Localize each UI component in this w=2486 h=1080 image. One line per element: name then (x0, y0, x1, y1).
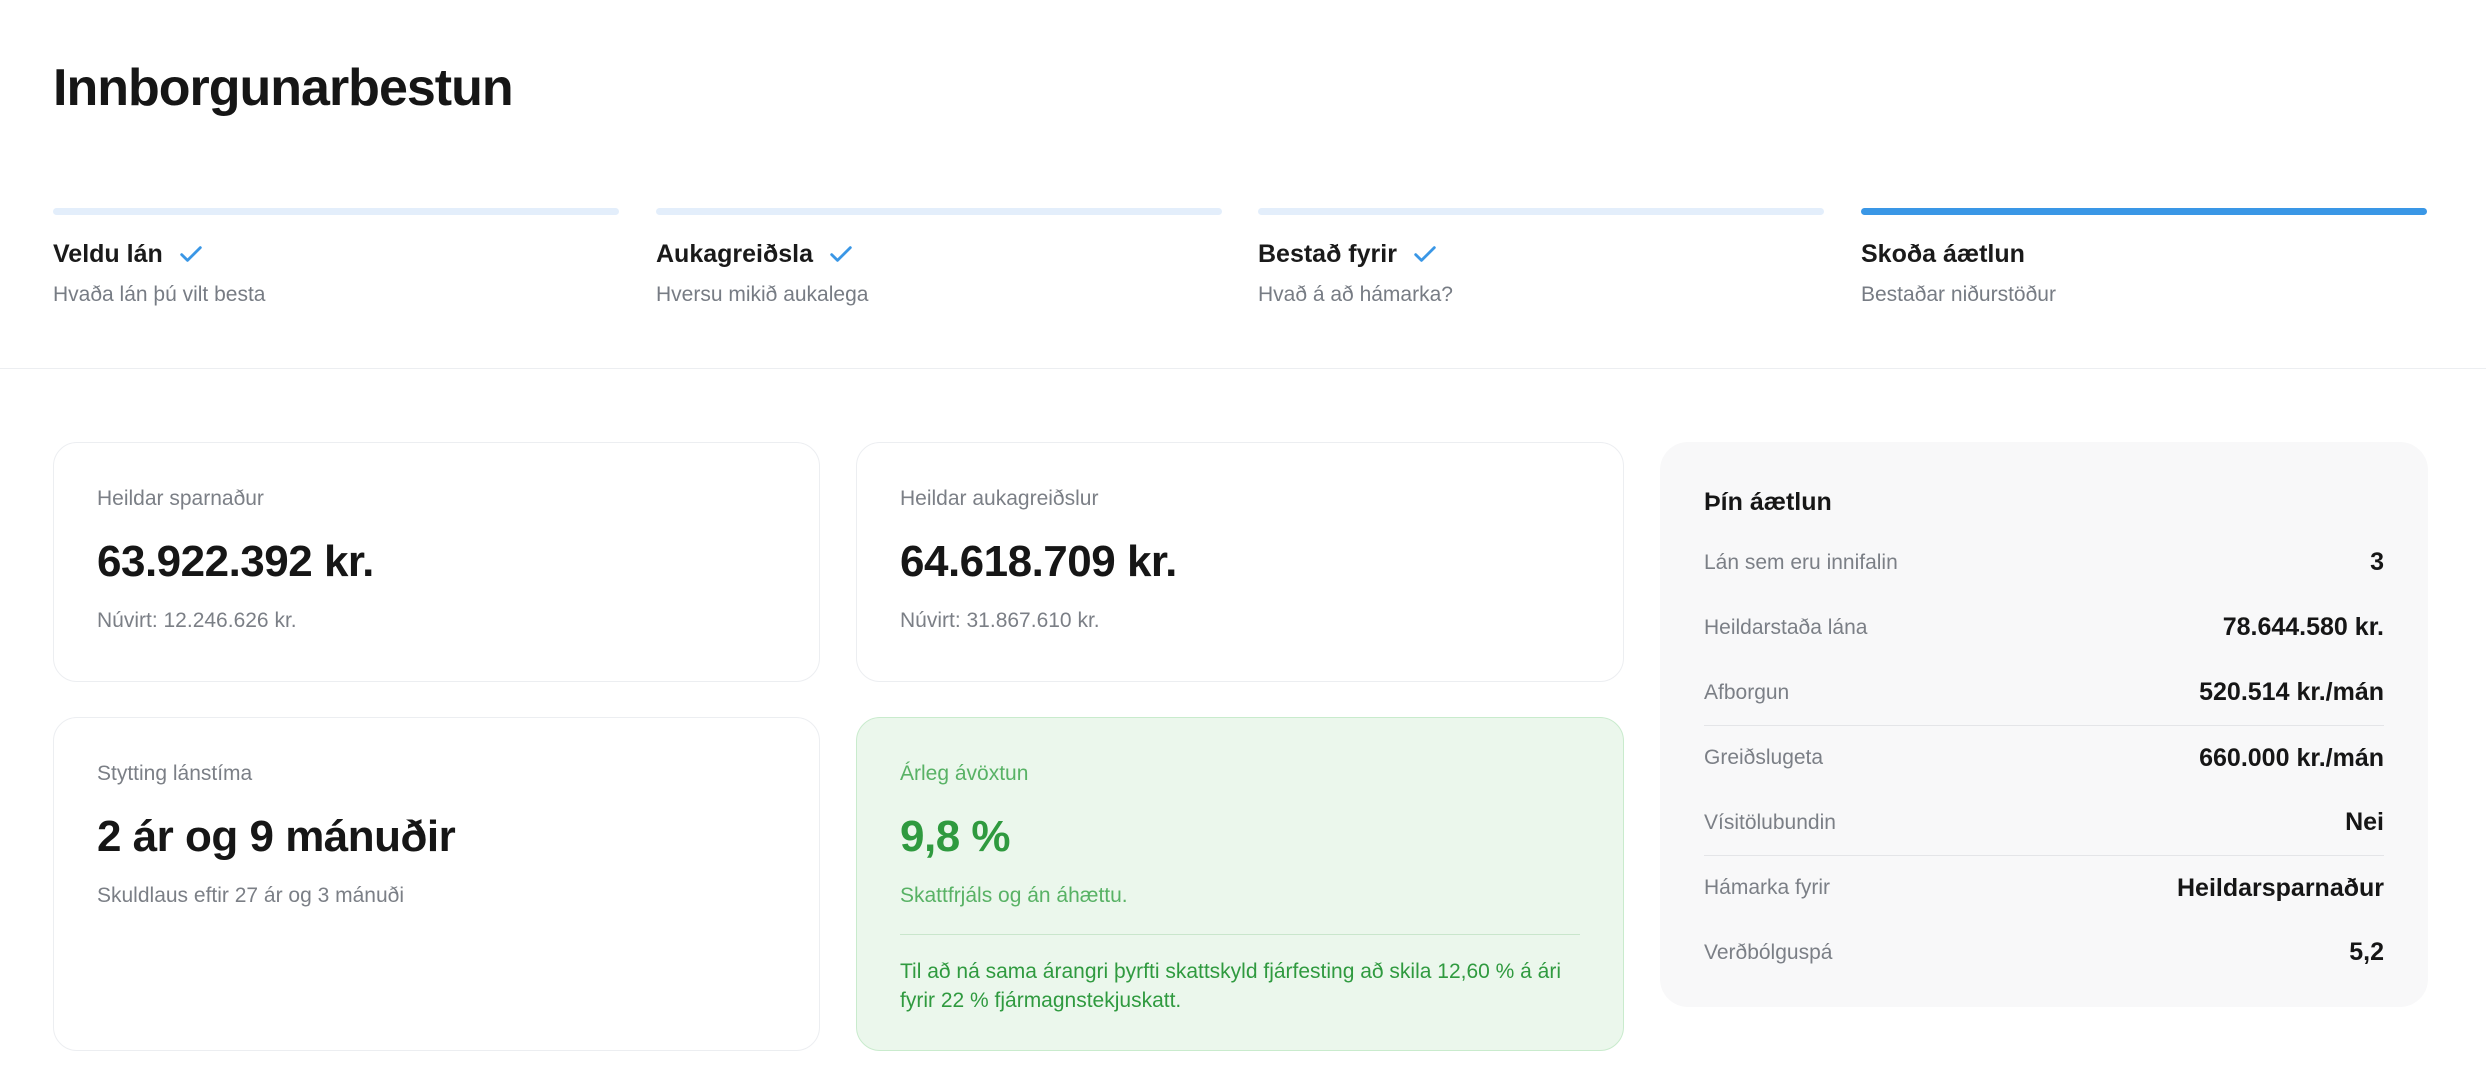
step-progress-bar (53, 208, 619, 215)
plan-row-maximize-for: Hámarka fyrir Heildarsparnaður (1704, 855, 2384, 920)
step-title: Skoða áætlun (1861, 239, 2025, 268)
annual-return-divider (900, 934, 1580, 935)
annual-return-label: Árleg ávöxtun (900, 762, 1029, 785)
step-title: Veldu lán (53, 239, 163, 268)
debt-free-after: Skuldlaus eftir 27 ár og 3 mánuði (97, 884, 405, 907)
step-veldu-lan[interactable]: Veldu lán Hvaða lán þú vilt besta (53, 208, 619, 307)
savings-present-value: Núvirt: 12.246.626 kr. (97, 609, 297, 632)
step-subtitle: Hvaða lán þú vilt besta (53, 283, 266, 306)
annual-return-value: 9,8 % (900, 812, 1011, 861)
plan-row-inflation-forecast: Verðbólguspá 5,2 (1704, 920, 2384, 985)
savings-card: Heildar sparnaður 63.922.392 kr. Núvirt:… (53, 442, 820, 682)
plan-row-label: Heildarstaða lána (1704, 615, 1868, 639)
check-icon (830, 246, 852, 262)
plan-row-value: 5,2 (2349, 938, 2384, 966)
plan-row-label: Greiðslugeta (1704, 746, 1824, 769)
extra-payments-value: 64.618.709 kr. (900, 537, 1177, 586)
header-divider (0, 368, 2486, 369)
term-reduction-label: Stytting lánstíma (97, 762, 253, 785)
plan-row-value: 78.644.580 kr. (2222, 613, 2384, 641)
plan-row-total-balance: Heildarstaða lána 78.644.580 kr. (1704, 595, 2384, 660)
page-title: Innborgunarbestun (53, 59, 514, 117)
term-reduction-card: Stytting lánstíma 2 ár og 9 mánuðir Skul… (53, 717, 820, 1051)
plan-row-label: Hámarka fyrir (1704, 876, 1831, 899)
plan-row-value: Nei (2345, 808, 2384, 836)
savings-value: 63.922.392 kr. (97, 537, 374, 586)
plan-row-indexed: Vísitölubundin Nei (1704, 790, 2384, 855)
plan-row-value: 660.000 kr./mán (2199, 743, 2384, 772)
step-subtitle: Hvað á að hámarka? (1258, 283, 1453, 306)
plan-row-installment: Afborgun 520.514 kr./mán (1704, 660, 2384, 725)
plan-row-label: Afborgun (1704, 680, 1790, 704)
step-title: Aukagreiðsla (656, 239, 814, 268)
annual-return-card: Árleg ávöxtun 9,8 % Skattfrjáls og án áh… (856, 717, 1624, 1051)
check-icon (180, 246, 202, 262)
step-title: Bestað fyrir (1258, 239, 1397, 268)
annual-return-sub: Skattfrjáls og án áhættu. (900, 884, 1128, 907)
plan-row-label: Vísitölubundin (1704, 810, 1836, 834)
plan-row-label: Verðbólguspá (1704, 940, 1833, 964)
plan-row-loans-included: Lán sem eru innifalin 3 (1704, 530, 2384, 595)
step-subtitle: Bestaðar niðurstöður (1861, 283, 2056, 306)
annual-return-note: Til að ná sama árangri þyrfti skattskyld… (900, 960, 1562, 1012)
check-icon (1414, 246, 1436, 262)
step-bestad-fyrir[interactable]: Bestað fyrir Hvað á að hámarka? (1258, 208, 1824, 307)
plan-row-value: 3 (2370, 548, 2384, 576)
plan-row-value: 520.514 kr./mán (2199, 678, 2384, 706)
step-progress-bar (1861, 208, 2427, 215)
step-progress-bar (656, 208, 1222, 215)
savings-label: Heildar sparnaður (97, 487, 264, 510)
stepper: Veldu lán Hvaða lán þú vilt besta Aukagr… (53, 208, 2427, 318)
step-progress-bar (1258, 208, 1824, 215)
extra-payments-label: Heildar aukagreiðslur (900, 487, 1099, 510)
plan-summary-panel: Þín áætlun Lán sem eru innifalin 3 Heild… (1660, 442, 2428, 1007)
term-reduction-value: 2 ár og 9 mánuðir (97, 812, 456, 861)
extra-payments-card: Heildar aukagreiðslur 64.618.709 kr. Núv… (856, 442, 1624, 682)
step-skoda-aaetlun[interactable]: Skoða áætlun Bestaðar niðurstöður (1861, 208, 2427, 307)
step-aukagreidsla[interactable]: Aukagreiðsla Hversu mikið aukalega (656, 208, 1222, 307)
step-subtitle: Hversu mikið aukalega (656, 283, 869, 306)
extra-payments-present-value: Núvirt: 31.867.610 kr. (900, 609, 1100, 632)
plan-row-label: Lán sem eru innifalin (1704, 550, 1898, 574)
plan-row-value: Heildarsparnaður (2176, 873, 2384, 902)
plan-row-payment-capacity: Greiðslugeta 660.000 kr./mán (1704, 725, 2384, 790)
plan-title: Þín áætlun (1704, 488, 1832, 516)
